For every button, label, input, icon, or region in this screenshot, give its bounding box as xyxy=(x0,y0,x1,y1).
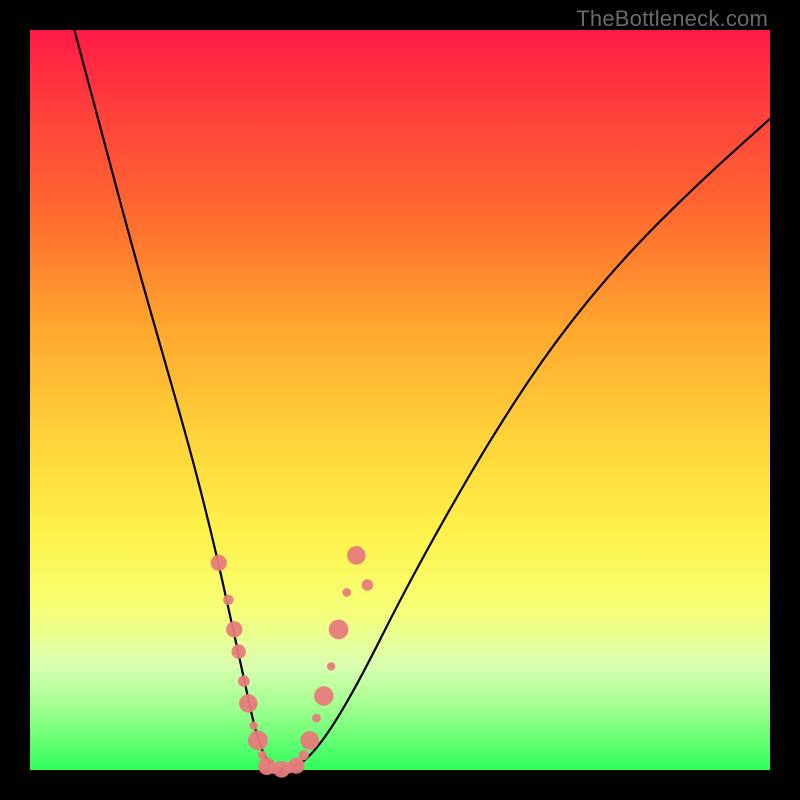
data-marker xyxy=(300,731,319,750)
data-marker xyxy=(299,750,309,760)
data-marker xyxy=(314,686,333,705)
data-marker xyxy=(239,694,257,712)
data-marker xyxy=(211,555,227,571)
data-marker xyxy=(249,721,257,729)
data-marker xyxy=(342,588,351,597)
bottleneck-curve xyxy=(74,30,770,769)
data-marker xyxy=(223,595,233,605)
chart-svg xyxy=(30,30,770,770)
plot-area xyxy=(30,30,770,770)
data-marker xyxy=(329,620,349,640)
data-marker xyxy=(231,644,245,658)
chart-frame: TheBottleneck.com xyxy=(0,0,800,800)
marker-layer xyxy=(211,546,374,778)
data-marker xyxy=(347,546,366,565)
data-marker xyxy=(312,714,321,723)
data-marker xyxy=(238,675,250,687)
data-marker xyxy=(248,730,268,750)
data-marker xyxy=(226,621,242,637)
data-marker xyxy=(327,662,335,670)
data-marker xyxy=(362,579,373,590)
watermark-text: TheBottleneck.com xyxy=(576,6,768,32)
